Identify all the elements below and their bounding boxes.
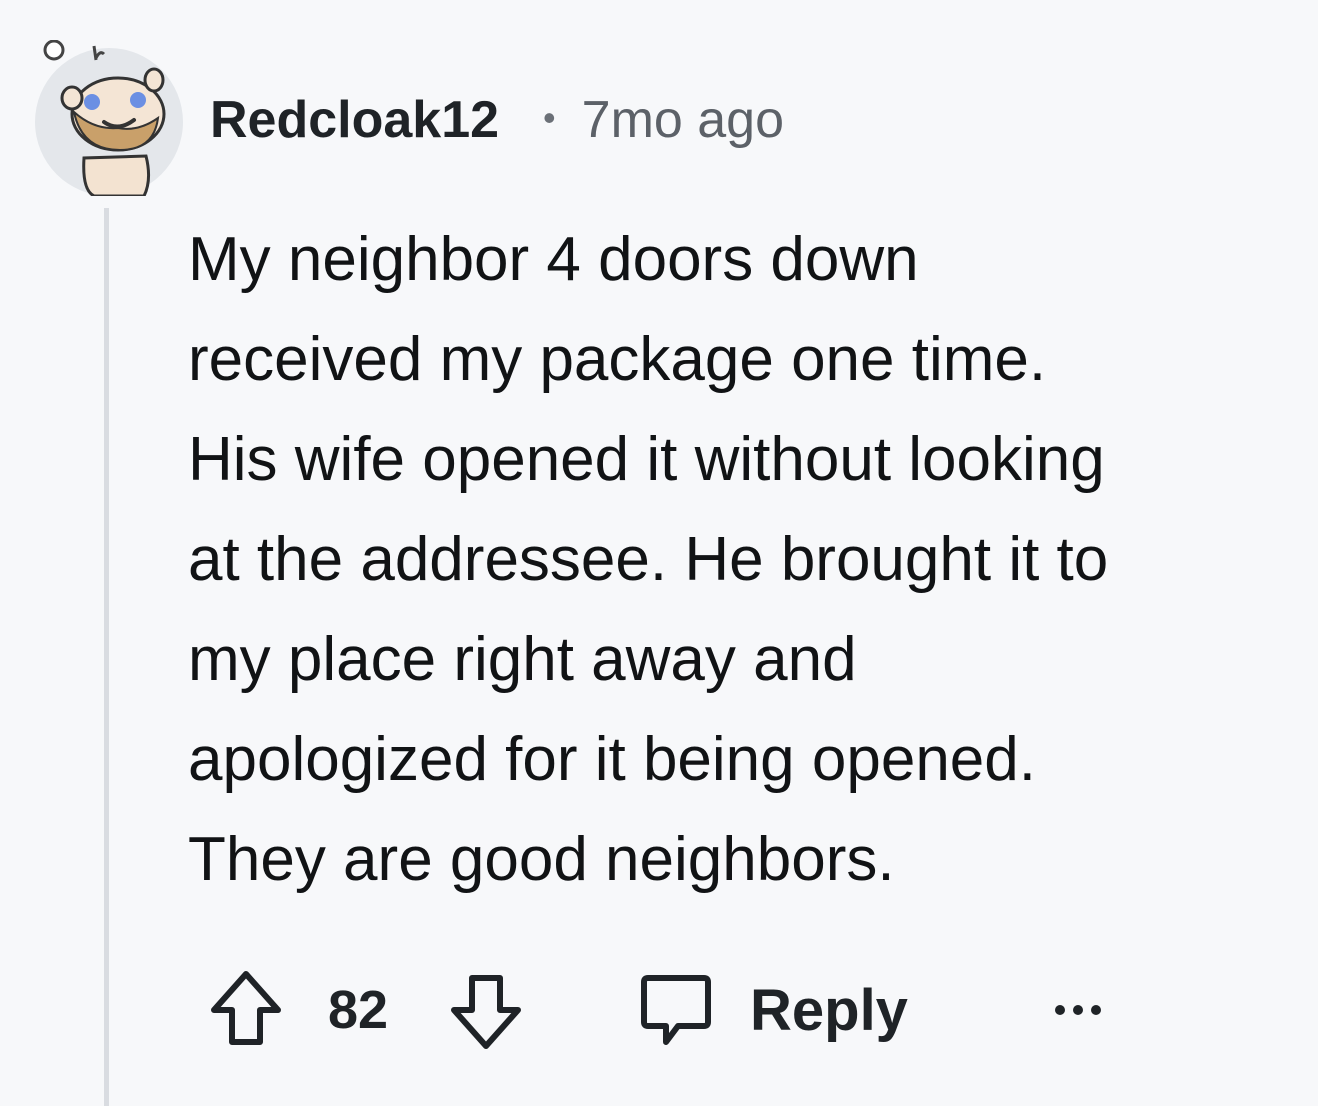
downvote-button[interactable] <box>448 968 524 1052</box>
speech-bubble-icon <box>641 975 711 1045</box>
reply-label: Reply <box>750 977 908 1043</box>
comment-body: My neighbor 4 doors down received my pac… <box>188 210 1308 910</box>
user-avatar[interactable] <box>34 40 184 196</box>
vote-score: 82 <box>328 980 389 1040</box>
comment-line: apologized for it being opened. <box>188 725 1036 794</box>
thread-line[interactable] <box>104 208 109 1106</box>
comment-line: They are good neighbors. <box>188 825 895 894</box>
downvote-arrow-icon <box>451 975 521 1049</box>
upvote-button[interactable] <box>208 968 284 1052</box>
upvote-arrow-icon <box>211 971 281 1045</box>
reply-button[interactable]: Reply <box>638 968 908 1052</box>
comment-line: at the addressee. He brought it to <box>188 525 1109 594</box>
comment-line: My neighbor 4 doors down <box>188 225 919 294</box>
comment-timestamp[interactable]: 7mo ago <box>582 90 784 150</box>
more-options-icon <box>1055 1005 1101 1015</box>
more-options-button[interactable] <box>1050 968 1106 1052</box>
comment-header: Redcloak12 • 7mo ago <box>210 88 784 152</box>
comment-line: received my package one time. <box>188 325 1047 394</box>
meta-separator: • <box>543 97 556 138</box>
username-link[interactable]: Redcloak12 <box>210 90 499 150</box>
comment-line: my place right away and <box>188 625 857 694</box>
comment-line: His wife opened it without looking <box>188 425 1105 494</box>
snoo-avatar-icon <box>35 40 183 196</box>
comment-actions: 82 Reply <box>208 968 1128 1052</box>
